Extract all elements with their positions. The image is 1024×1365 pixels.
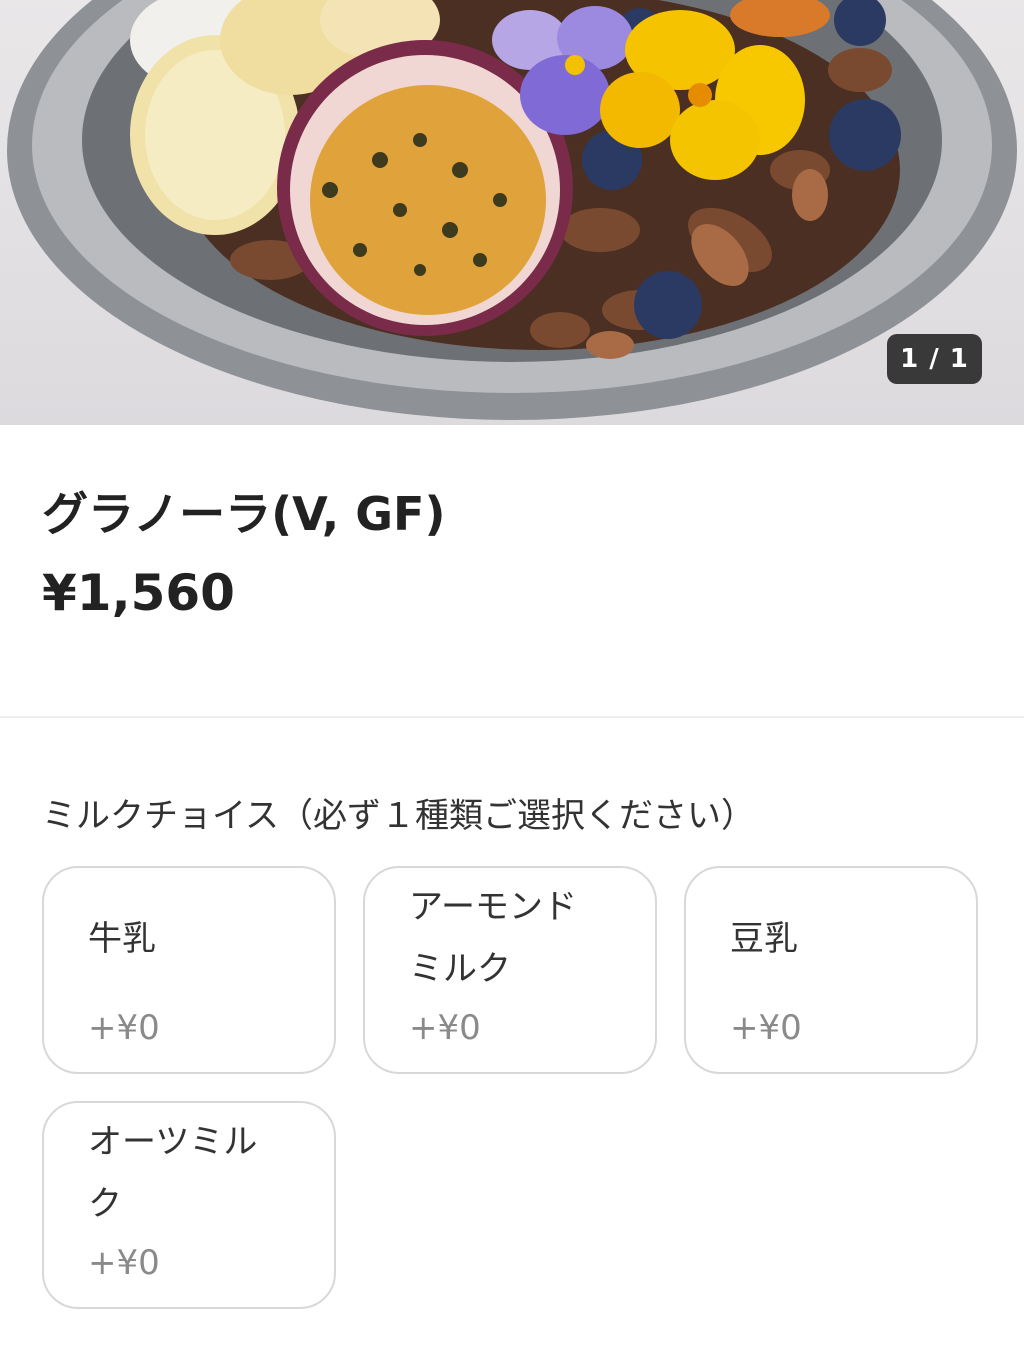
option-milk[interactable]: 牛乳 +¥0: [42, 866, 336, 1074]
option-soy-milk[interactable]: 豆乳 +¥0: [684, 866, 978, 1074]
milk-choice-heading: ミルクチョイス（必ず１種類ご選択ください）: [42, 796, 755, 836]
product-price: ¥1,560: [42, 564, 235, 622]
option-oat-milk[interactable]: オーツミルク +¥0: [42, 1101, 336, 1309]
image-counter: 1 / 1: [887, 334, 982, 384]
option-label: オーツミルク: [88, 1122, 258, 1224]
option-price: +¥0: [409, 1008, 481, 1048]
option-price: +¥0: [88, 1008, 160, 1048]
section-divider: [0, 716, 1024, 718]
option-price: +¥0: [88, 1243, 160, 1283]
product-photo[interactable]: 1 / 1: [0, 0, 1024, 425]
product-title: グラノーラ(V, GF): [42, 487, 446, 541]
option-almond-milk[interactable]: アーモンドミルク +¥0: [363, 866, 657, 1074]
option-label: 牛乳: [88, 919, 156, 959]
option-price: +¥0: [730, 1008, 802, 1048]
option-label: アーモンドミルク: [409, 887, 577, 989]
granola-bowl-image: [7, 0, 1017, 420]
option-label: 豆乳: [730, 919, 798, 959]
